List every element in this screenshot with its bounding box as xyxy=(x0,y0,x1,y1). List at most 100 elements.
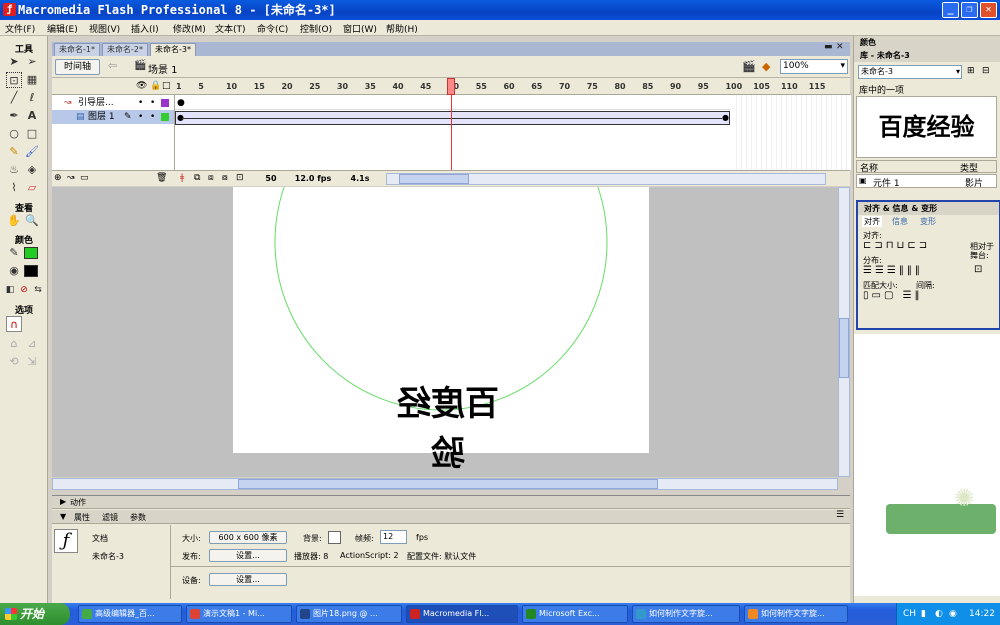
fill-transform-tool-icon[interactable]: ▦ xyxy=(24,72,40,88)
stroke-color-swatch[interactable] xyxy=(24,247,38,259)
guide-frames[interactable]: ● xyxy=(175,96,730,110)
layer-color-swatch[interactable] xyxy=(161,113,169,121)
task-item-1[interactable]: 高级编辑器_百... xyxy=(78,605,182,623)
menu-help[interactable]: 帮助(H) xyxy=(386,22,418,35)
layer-row-guide[interactable]: ↝ 引导层... • • xyxy=(52,96,174,110)
onion-skin-icon[interactable]: ⧉ xyxy=(194,173,200,183)
swap-colors-icon[interactable]: ⇆ xyxy=(30,282,46,298)
edit-symbol-icon[interactable]: ◆ xyxy=(762,60,770,73)
menu-view[interactable]: 视图(V) xyxy=(89,22,120,35)
scroll-thumb[interactable] xyxy=(238,479,658,489)
library-item[interactable]: ▣ 元件 1 影片 xyxy=(856,174,997,189)
keyframe-dot[interactable]: ● xyxy=(722,113,729,122)
stage-text[interactable]: 百度经验 xyxy=(383,379,513,474)
fill-color-icon[interactable]: ◉ xyxy=(6,263,22,279)
column-name[interactable]: 名称 xyxy=(860,161,878,174)
edit-scene-icon[interactable]: 🎬 xyxy=(742,60,756,73)
align-buttons-icon[interactable]: ⊏⊐⊓⊔⊏⊐ xyxy=(863,240,930,251)
layer-color-swatch[interactable] xyxy=(161,99,169,107)
eye-icon[interactable]: 👁 xyxy=(136,81,147,91)
to-stage-button-icon[interactable]: ⊡ xyxy=(974,264,982,275)
center-frame-icon[interactable]: ǂ xyxy=(180,173,184,183)
frames-area[interactable]: ● ● ● xyxy=(174,78,851,170)
tab-transform[interactable]: 变形 xyxy=(920,216,936,227)
stage-area[interactable]: 百度经验 xyxy=(52,187,850,490)
fps-input[interactable]: 12 xyxy=(380,530,407,544)
task-item-5[interactable]: Microsoft Exc... xyxy=(522,605,628,623)
oval-tool-icon[interactable]: ○ xyxy=(6,126,22,142)
line-tool-icon[interactable]: ╱ xyxy=(6,90,22,106)
onion-markers-icon[interactable]: ⊡ xyxy=(236,173,244,183)
device-settings-button[interactable]: 设置... xyxy=(209,573,287,586)
document-size-button[interactable]: 600 x 600 像素 xyxy=(209,531,287,544)
actions-header[interactable]: ▶ 动作 xyxy=(52,496,850,509)
tab-doc-2[interactable]: 未命名-2* xyxy=(102,43,148,56)
pen-tool-icon[interactable]: ✒ xyxy=(6,108,22,124)
pin-icon[interactable]: ⊞ xyxy=(967,66,975,76)
text-tool-icon[interactable]: A xyxy=(24,108,40,124)
add-layer-icon[interactable]: ⊕ xyxy=(54,173,62,183)
snap-magnet-icon[interactable]: ∩ xyxy=(6,316,22,332)
volume-icon[interactable]: ◐ xyxy=(935,603,943,625)
lasso-tool-icon[interactable]: ℓ xyxy=(24,90,40,106)
stage-vscrollbar[interactable] xyxy=(838,187,850,477)
brush-tool-icon[interactable]: 🖌 xyxy=(24,144,40,160)
stage-hscrollbar[interactable] xyxy=(52,478,838,490)
pencil-tool-icon[interactable]: ✎ xyxy=(6,144,22,160)
menu-commands[interactable]: 命令(C) xyxy=(257,22,288,35)
timeline-hscrollbar[interactable] xyxy=(386,173,826,185)
library-select[interactable]: 未命名-3 ▾ xyxy=(858,65,962,79)
zoom-select[interactable]: 100% ▾ xyxy=(780,59,848,74)
menu-modify[interactable]: 修改(M) xyxy=(173,22,206,35)
task-item-3[interactable]: 图片18.png @ ... xyxy=(296,605,402,623)
tab-parameters[interactable]: 参数 xyxy=(130,512,146,523)
zoom-tool-icon[interactable]: 🔍 xyxy=(24,213,40,229)
library-panel-header[interactable]: 库 - 未命名-3 xyxy=(854,49,1000,62)
task-item-4[interactable]: Macromedia Fl... xyxy=(406,605,518,623)
doc-close-icon[interactable]: ✕ xyxy=(836,42,844,52)
outline-icon[interactable]: □ xyxy=(162,81,171,91)
tab-doc-3[interactable]: 未命名-3* xyxy=(150,43,196,56)
input-language[interactable]: CH xyxy=(903,603,916,625)
minimize-button[interactable]: _ xyxy=(942,2,959,18)
stroke-color-icon[interactable]: ✎ xyxy=(6,245,22,261)
menu-text[interactable]: 文本(T) xyxy=(215,22,246,35)
align-panel-header[interactable]: 对齐 & 信息 & 变形 xyxy=(858,202,999,215)
color-panel-header[interactable]: 颜色 xyxy=(854,36,1000,49)
menu-window[interactable]: 窗口(W) xyxy=(343,22,377,35)
timeline-toggle-button[interactable]: 时间轴 xyxy=(55,59,100,75)
add-guide-icon[interactable]: ↝ xyxy=(67,173,75,183)
match-size-buttons-icon[interactable]: ▯▭▢ ☰‖ xyxy=(863,290,923,301)
network-icon[interactable]: ▮ xyxy=(921,603,926,625)
start-button[interactable]: 开始 xyxy=(0,603,70,625)
lock-icon[interactable]: 🔒 xyxy=(150,81,161,91)
layer-row-1[interactable]: ▤ 图层 1 ✎ • • xyxy=(52,110,174,124)
visible-dot-icon[interactable]: • xyxy=(138,110,143,124)
free-transform-tool-icon[interactable]: ⊡ xyxy=(6,72,22,88)
tab-align[interactable]: 对齐 xyxy=(862,216,882,227)
restore-button[interactable]: ❐ xyxy=(961,2,978,18)
paint-bucket-tool-icon[interactable]: ◈ xyxy=(24,162,40,178)
rectangle-tool-icon[interactable]: □ xyxy=(24,126,40,142)
column-type[interactable]: 类型 xyxy=(960,161,978,174)
task-item-6[interactable]: 如何制作文字旋... xyxy=(632,605,740,623)
back-arrow-icon[interactable]: ⇦ xyxy=(108,59,117,72)
close-button[interactable]: ✕ xyxy=(980,2,997,18)
arrow-tool-icon[interactable]: ➤ xyxy=(6,54,22,70)
scroll-thumb[interactable] xyxy=(839,318,849,378)
collapse-arrow-icon[interactable]: ▶ xyxy=(60,497,66,506)
menu-edit[interactable]: 编辑(E) xyxy=(47,22,78,35)
keyframe-dot[interactable]: ● xyxy=(177,98,185,108)
expand-arrow-icon[interactable]: ▼ xyxy=(60,512,66,521)
background-color-swatch[interactable] xyxy=(328,531,341,544)
onion-outline-icon[interactable]: ⧈ xyxy=(208,173,214,183)
security-icon[interactable]: ◉ xyxy=(949,603,957,625)
stage[interactable]: 百度经验 xyxy=(233,187,649,474)
hand-tool-icon[interactable]: ✋ xyxy=(6,213,22,229)
new-library-icon[interactable]: ⊟ xyxy=(982,66,990,76)
fill-color-swatch[interactable] xyxy=(24,265,38,277)
edit-multiple-icon[interactable]: ⧇ xyxy=(222,173,228,183)
tab-info[interactable]: 信息 xyxy=(892,216,908,227)
lock-dot-icon[interactable]: • xyxy=(150,96,155,110)
eyedropper-tool-icon[interactable]: ⌇ xyxy=(6,180,22,196)
